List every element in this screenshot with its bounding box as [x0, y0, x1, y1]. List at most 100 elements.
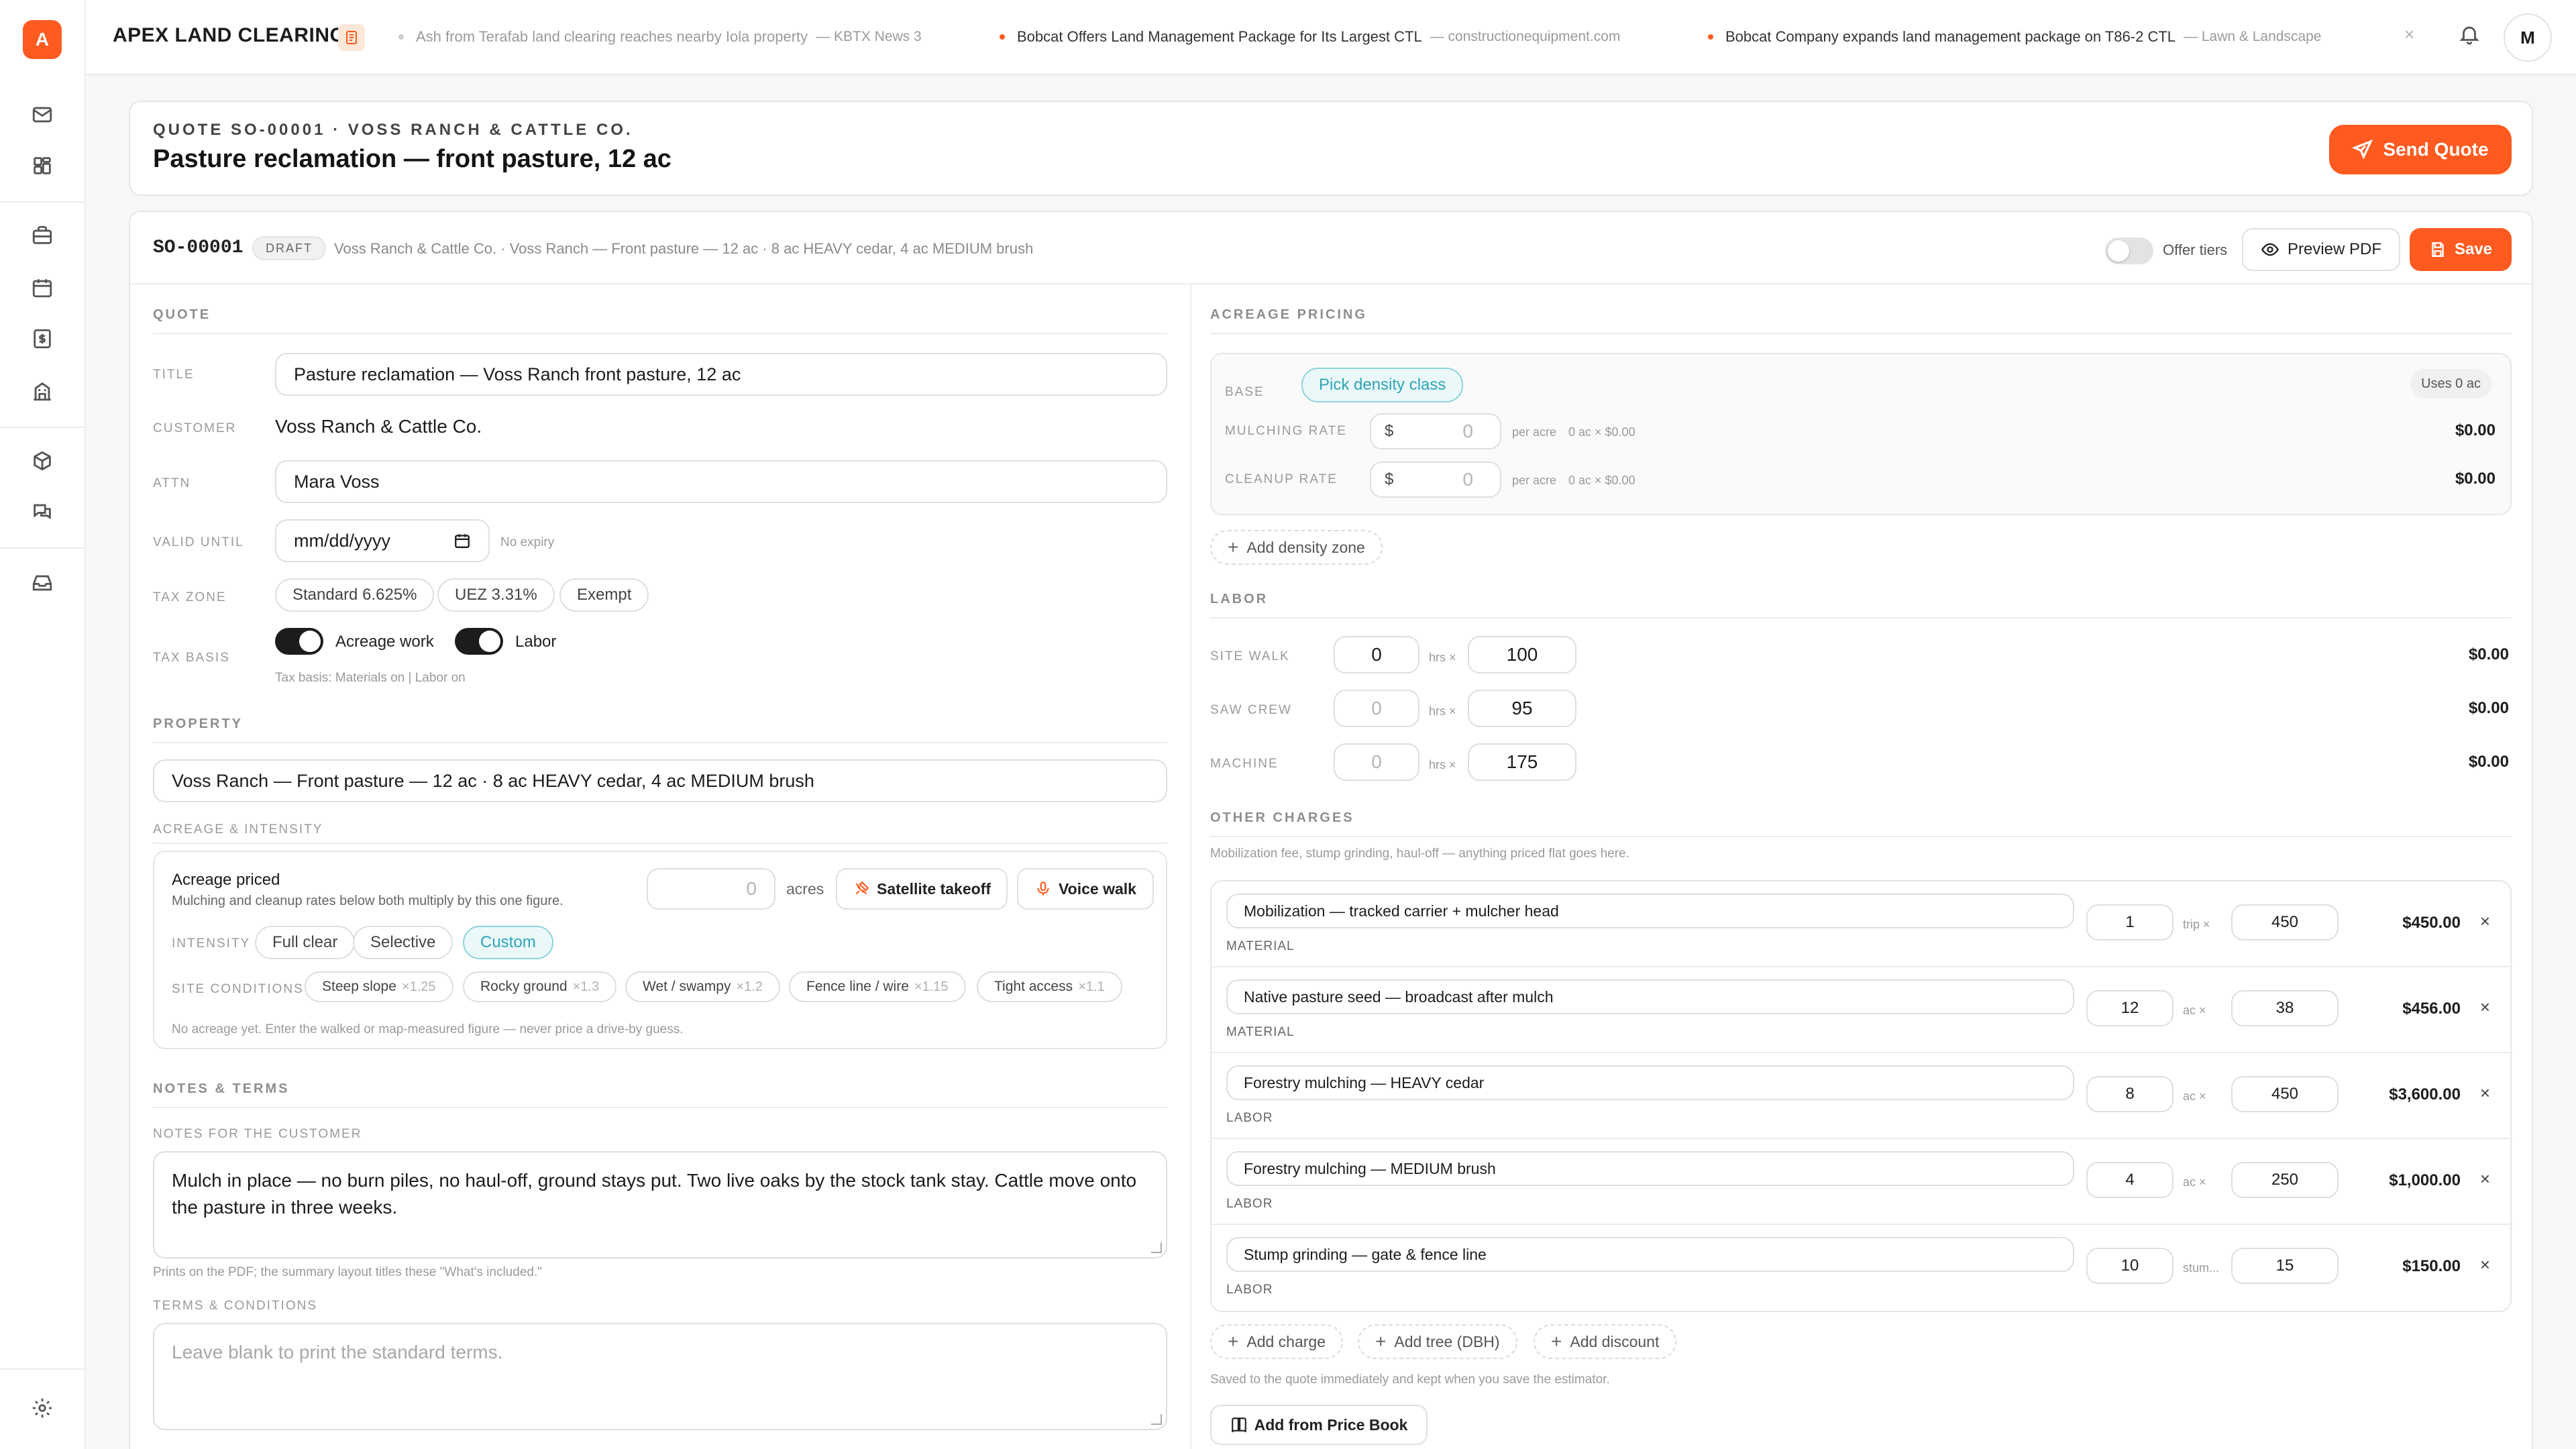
charge-unit: ac ×	[2183, 1089, 2206, 1103]
condition-fence-line[interactable]: Fence line / wire ×1.15	[789, 971, 966, 1002]
charge-description-input[interactable]: Stump grinding — gate & fence line	[1226, 1237, 2074, 1272]
intensity-full-clear[interactable]: Full clear	[255, 926, 356, 959]
condition-steep-slope[interactable]: Steep slope ×1.25	[305, 971, 453, 1002]
ticker-headline: Bobcat Company expands land management p…	[1725, 28, 2176, 45]
site-walk-hours[interactable]: 0	[1334, 636, 1419, 674]
ticker-dot	[398, 34, 404, 40]
add-charge-button[interactable]: + Add charge	[1210, 1324, 1343, 1359]
site-walk-rate[interactable]: 100	[1468, 636, 1576, 674]
avatar[interactable]: M	[2504, 13, 2552, 62]
charge-qty-input[interactable]: 8	[2086, 1076, 2174, 1112]
invoice-icon[interactable]	[27, 323, 58, 354]
charge-qty-input[interactable]: 4	[2086, 1162, 2174, 1198]
intensity-selective[interactable]: Selective	[353, 926, 453, 959]
package-icon[interactable]	[27, 445, 58, 476]
remove-charge-icon[interactable]: ×	[2480, 1083, 2490, 1104]
uses-acres-badge: Uses 0 ac	[2410, 369, 2491, 398]
bell-icon[interactable]	[2458, 23, 2481, 49]
charge-rate-input[interactable]: 450	[2231, 1076, 2339, 1112]
satellite-icon	[855, 881, 869, 895]
quote-meta-bar: SO-00001 DRAFT Voss Ranch & Cattle Co. ·…	[130, 212, 2532, 284]
saw-crew-hours[interactable]: 0	[1334, 690, 1419, 727]
mail-icon[interactable]	[27, 99, 58, 130]
chat-icon[interactable]	[27, 496, 58, 527]
building-icon[interactable]	[27, 376, 58, 407]
charge-qty-input[interactable]: 1	[2086, 904, 2174, 941]
plus-icon: +	[1551, 1331, 1562, 1352]
tax-zone-standard[interactable]: Standard 6.625%	[275, 578, 435, 612]
acreage-pricing-card: BASE Pick density class Uses 0 ac MULCHI…	[1210, 353, 2512, 515]
dashboard-icon[interactable]	[27, 150, 58, 181]
acres-input[interactable]: 0	[647, 868, 775, 910]
satellite-takeoff-button[interactable]: Satellite takeoff	[836, 868, 1008, 910]
charge-description-input[interactable]: Forestry mulching — MEDIUM brush	[1226, 1151, 2074, 1186]
save-button[interactable]: Save	[2410, 228, 2512, 271]
charge-qty-input[interactable]: 10	[2086, 1248, 2174, 1284]
add-tree-label: Add tree (DBH)	[1394, 1332, 1500, 1350]
pick-density-button[interactable]: Pick density class	[1301, 368, 1464, 402]
charge-qty-input[interactable]: 12	[2086, 990, 2174, 1026]
charge-rate-input[interactable]: 38	[2231, 990, 2339, 1026]
add-from-price-book-button[interactable]: Add from Price Book	[1210, 1405, 1428, 1445]
preview-pdf-button[interactable]: Preview PDF	[2242, 228, 2400, 271]
voice-walk-label: Voice walk	[1059, 879, 1136, 898]
date-placeholder: mm/dd/yyyy	[294, 530, 391, 551]
charge-rate-input[interactable]: 250	[2231, 1162, 2339, 1198]
charge-rate-input[interactable]: 15	[2231, 1248, 2339, 1284]
calendar-icon[interactable]	[27, 272, 58, 303]
ticker-dot	[1708, 34, 1713, 40]
terms-label: TERMS & CONDITIONS	[153, 1299, 318, 1313]
charge-description-input[interactable]: Mobilization — tracked carrier + mulcher…	[1226, 894, 2074, 928]
charge-description-input[interactable]: Native pasture seed — broadcast after mu…	[1226, 979, 2074, 1014]
inbox-icon[interactable]	[27, 568, 58, 598]
acreage-work-toggle[interactable]	[275, 628, 323, 655]
add-density-zone-button[interactable]: + Add density zone	[1210, 530, 1383, 565]
currency-symbol: $	[1385, 470, 1394, 488]
property-input[interactable]: Voss Ranch — Front pasture — 12 ac · 8 a…	[153, 759, 1167, 802]
remove-charge-icon[interactable]: ×	[2480, 1254, 2490, 1275]
ticker-item-3[interactable]: Bobcat Company expands land management p…	[1708, 28, 2321, 46]
column-divider	[1190, 284, 1191, 1449]
customer-notes-textarea[interactable]: Mulch in place — no burn piles, no haul-…	[153, 1151, 1167, 1258]
charge-description-input[interactable]: Forestry mulching — HEAVY cedar	[1226, 1065, 2074, 1100]
app-logo[interactable]: A	[23, 20, 62, 59]
remove-charge-icon[interactable]: ×	[2480, 1169, 2490, 1189]
condition-rocky-ground[interactable]: Rocky ground ×1.3	[463, 971, 617, 1002]
close-ticker-icon[interactable]: ×	[2404, 24, 2414, 45]
add-discount-button[interactable]: + Add discount	[1534, 1324, 1677, 1359]
satellite-label: Satellite takeoff	[877, 879, 991, 898]
offer-tiers-toggle[interactable]	[2105, 237, 2153, 264]
customer-label: CUSTOMER	[153, 421, 237, 435]
condition-tight-access[interactable]: Tight access ×1.1	[977, 971, 1122, 1002]
labor-toggle[interactable]	[455, 628, 503, 655]
attn-input[interactable]: Mara Voss	[275, 460, 1167, 503]
machine-rate[interactable]: 175	[1468, 743, 1576, 781]
mulching-rate-input[interactable]: $ 0	[1370, 413, 1501, 449]
terms-textarea[interactable]: Leave blank to print the standard terms.	[153, 1323, 1167, 1430]
charge-unit: ac ×	[2183, 1175, 2206, 1189]
title-input[interactable]: Pasture reclamation — Voss Ranch front p…	[275, 353, 1167, 396]
hours-unit: hrs ×	[1429, 651, 1456, 664]
ticker-item-1[interactable]: Ash from Terafab land clearing reaches n…	[398, 28, 922, 46]
customer-value[interactable]: Voss Ranch & Cattle Co.	[275, 416, 482, 437]
charge-rate-input[interactable]: 450	[2231, 904, 2339, 941]
valid-until-date-input[interactable]: mm/dd/yyyy	[275, 519, 490, 562]
tax-zone-exempt[interactable]: Exempt	[559, 578, 649, 612]
notebook-icon[interactable]	[338, 24, 365, 51]
cleanup-rate-input[interactable]: $ 0	[1370, 462, 1501, 498]
remove-charge-icon[interactable]: ×	[2480, 911, 2490, 932]
voice-walk-button[interactable]: Voice walk	[1017, 868, 1154, 910]
saw-crew-rate[interactable]: 95	[1468, 690, 1576, 727]
tax-zone-uez[interactable]: UEZ 3.31%	[437, 578, 555, 612]
add-tree-button[interactable]: + Add tree (DBH)	[1358, 1324, 1517, 1359]
settings-gear-icon[interactable]	[27, 1393, 58, 1424]
condition-wet-swampy[interactable]: Wet / swampy ×1.2	[625, 971, 780, 1002]
intensity-custom[interactable]: Custom	[463, 926, 553, 959]
send-quote-button[interactable]: Send Quote	[2329, 125, 2512, 174]
ticker-item-2[interactable]: Bobcat Offers Land Management Package fo…	[1000, 28, 1620, 46]
machine-hours[interactable]: 0	[1334, 743, 1419, 781]
briefcase-icon[interactable]	[27, 220, 58, 251]
site-walk-label: SITE WALK	[1210, 649, 1290, 663]
remove-charge-icon[interactable]: ×	[2480, 997, 2490, 1018]
plus-icon: +	[1228, 1331, 1239, 1352]
